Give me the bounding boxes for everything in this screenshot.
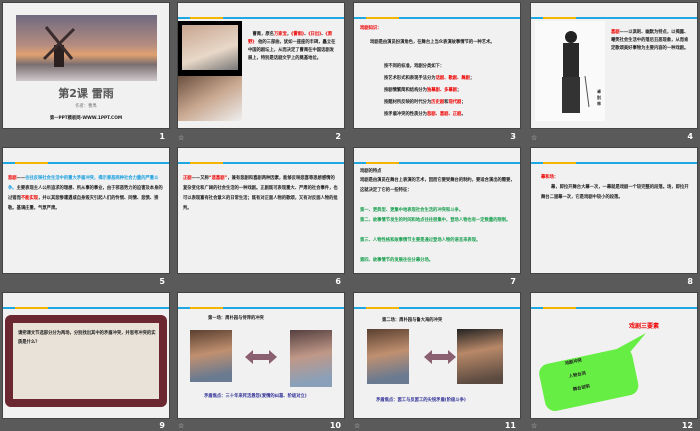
zhou-puyuan-photo <box>367 329 409 384</box>
slide-number: 1 <box>159 132 165 141</box>
slide-number: 6 <box>335 277 341 286</box>
windmill-icon <box>42 26 76 67</box>
header-stripe <box>3 307 169 309</box>
cao-yu-photo-2 <box>178 76 242 121</box>
site-label: 第一PPT模板网-WWW.1PPT.COM <box>49 116 123 121</box>
slide-thumbnail-1[interactable]: 第2课 雷雨 作者：曹禺 第一PPT模板网-WWW.1PPT.COM <box>3 3 169 128</box>
windmill-photo <box>16 15 157 81</box>
comedy-definition: 喜剧——以讽刺、幽默为特点，以揭露、嘲笑社会生活中的落后丑恶现象，从而肯定歌颂美… <box>611 30 689 51</box>
slide-thumbnail-6[interactable]: 正剧——又称“悲喜剧”，兼有悲剧和喜剧两种因素，能够反映悲喜等思想感情的复杂变化… <box>178 148 344 273</box>
transition-icon[interactable]: ☆ <box>178 134 184 142</box>
conflict-focus: 矛盾焦点：罢工与反罢工的尖锐矛盾(阶级斗争) <box>376 398 466 403</box>
cao-yu-intro: 曹禺，原名万家宝，《雷雨》、《日出》、《原野》 他的三部曲，犹如一座座的丰碑，矗… <box>248 32 336 61</box>
slide-thumbnail-4[interactable]: 卓别林 喜剧——以讽刺、幽默为特点，以揭露、嘲笑社会生活中的落后丑恶现象，从而肯… <box>531 3 697 128</box>
double-arrow-icon <box>245 349 277 368</box>
transition-icon[interactable]: ☆ <box>178 422 184 430</box>
intro-text: 戏剧是由演员扮演角色，在舞台上当众表演故事情节的一种艺术。 <box>370 40 495 45</box>
transition-icon[interactable]: ☆ <box>531 422 537 430</box>
slide-number: 11 <box>504 421 516 430</box>
drama-definition: 正剧——又称“悲喜剧”，兼有悲剧和喜剧两种因素，能够反映悲喜等思想感情的复杂变化… <box>183 176 338 211</box>
class-line-3: 按题材所反映的时代分为历史剧和现代剧； <box>384 100 466 105</box>
slide-title: 第2课 雷雨 <box>58 87 114 100</box>
acts-scenes-text: 幕，即拉开舞台大幕一次，一幕就是戏剧一个较完整的段落。场，即拉开舞台二道幕一次，… <box>541 185 689 200</box>
feature-3: 第三、人物性格和故事情节主要是通过登场人物的语言来表现。 <box>360 238 481 243</box>
slide-thumbnail-9[interactable]: 请把课文节选部分分为两场，分别找出其中的矛盾冲突，并思考冲突的实质是什么？ <box>3 293 169 418</box>
classification-lead: 按不同的标准，戏剧分类如下： <box>384 64 445 69</box>
heading: 戏剧知识： <box>360 26 382 31</box>
feature-1: 第一、更典型、更集中地表现社会生活的冲突和斗争。 <box>360 208 464 213</box>
conflict-focus: 矛盾焦点：三十年来死活恩怨(爱情的纠葛、阶级对立) <box>204 394 307 399</box>
header-stripe <box>531 17 697 19</box>
slide-thumbnail-12[interactable]: 戏剧三要素 戏剧冲突 人物台词 舞台说明 <box>531 293 697 418</box>
slide-number: 4 <box>687 132 693 141</box>
heading: 戏剧的特点 <box>360 169 382 174</box>
zhou-puyuan-photo <box>190 330 232 382</box>
header-stripe <box>354 162 520 164</box>
slide-thumbnail-10[interactable]: 第一场：周朴园与侍萍的冲突 矛盾焦点：三十年来死活恩怨(爱情的纠葛、阶级对立) <box>178 293 344 418</box>
intro-text: 戏剧是由演员在舞台上表演的艺术，因而它要受舞台的制约，要适合演出的需要，这就决定… <box>360 178 515 193</box>
slide-number: 7 <box>510 277 516 286</box>
slide-number: 3 <box>510 132 516 141</box>
feature-4: 第四、故事情节的发展往往分幕分场。 <box>360 258 434 263</box>
feature-2: 第二、故事情节发生的时间和地点往往很集中，登场人物也有一定数量的限制。 <box>360 218 511 223</box>
header-stripe <box>3 162 169 164</box>
slide-thumbnail-11[interactable]: 第二场：周朴园与鲁大海的冲突 矛盾焦点：罢工与反罢工的尖锐矛盾(阶级斗争) <box>354 293 520 418</box>
header-stripe <box>354 307 520 309</box>
header-stripe <box>531 162 697 164</box>
scene-heading: 第二场：周朴园与鲁大海的冲突 <box>382 318 443 323</box>
decorative-frame: 请把课文节选部分分为两场，分别找出其中的矛盾冲突，并思考冲突的实质是什么？ <box>5 315 167 407</box>
class-line-4: 按矛盾冲突的性质分为悲剧、喜剧、正剧。 <box>384 112 466 117</box>
slide-thumbnail-8[interactable]: 幕和场： 幕，即拉开舞台大幕一次，一幕就是戏剧一个较完整的段落。场，即拉开舞台二… <box>531 148 697 273</box>
class-line-1: 按艺术形式和表现手法分为话剧、歌剧、舞剧； <box>384 76 475 81</box>
slide-thumbnail-3[interactable]: 戏剧知识： 戏剧是由演员扮演角色，在舞台上当众表演故事情节的一种艺术。 按不同的… <box>354 3 520 128</box>
slide-thumbnail-7[interactable]: 戏剧的特点 戏剧是由演员在舞台上表演的艺术，因而它要受舞台的制约，要适合演出的需… <box>354 148 520 273</box>
slide-number: 9 <box>159 421 165 430</box>
slide-number: 12 <box>681 421 693 430</box>
slide-number: 5 <box>159 277 165 286</box>
slide-thumbnail-5[interactable]: 悲剧——往往反映社会生活中的重大矛盾冲突，揭示善恶两种社会力量的严重斗争。主要表… <box>3 148 169 273</box>
slide-number: 2 <box>335 132 341 141</box>
shiping-photo <box>290 330 332 387</box>
question-text: 请把课文节选部分分为两场，分别找出其中的矛盾冲突，并思考冲突的实质是什么？ <box>18 331 156 345</box>
author-label: 作者：曹禺 <box>75 104 97 109</box>
tragedy-definition: 悲剧——往往反映社会生活中的重大矛盾冲突，揭示善恶两种社会力量的严重斗争。主要表… <box>8 176 163 211</box>
scene-heading: 第一场：周朴园与侍萍的冲突 <box>208 316 264 321</box>
heading: 幕和场： <box>541 175 559 180</box>
slide-thumbnail-2[interactable]: 曹禺，原名万家宝，《雷雨》、《日出》、《原野》 他的三部曲，犹如一座座的丰碑，矗… <box>178 3 344 128</box>
lu-dahai-photo <box>457 329 503 384</box>
double-arrow-icon <box>424 349 456 368</box>
chaplin-caption: 卓别林 <box>597 89 601 106</box>
speech-bubble <box>539 333 646 411</box>
cao-yu-photo-1 <box>178 21 242 76</box>
header-stripe <box>354 17 520 19</box>
slide-number: 10 <box>329 421 341 430</box>
class-line-2: 按剧情繁简和结构分为独幕剧、多幕剧； <box>384 88 462 93</box>
header-stripe <box>178 307 344 309</box>
transition-icon[interactable]: ☆ <box>531 134 537 142</box>
header-stripe <box>178 17 344 19</box>
chaplin-photo: 卓别林 <box>535 21 605 121</box>
slide-number: 8 <box>687 277 693 286</box>
header-stripe <box>178 162 344 164</box>
transition-icon[interactable]: ☆ <box>354 422 360 430</box>
